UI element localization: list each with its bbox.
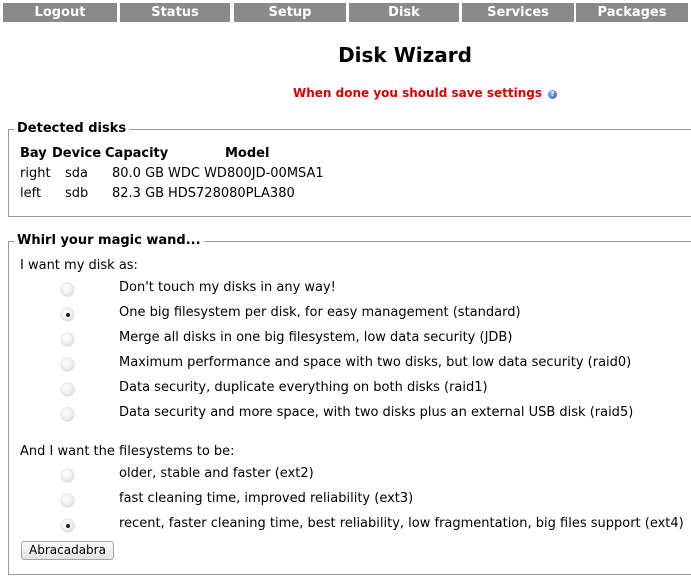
fs-radio-ext2[interactable] [61,469,74,482]
nav-services[interactable]: Services [462,3,574,22]
nav-packages[interactable]: Packages [576,3,688,22]
disk-device: sda [65,166,88,181]
fs-radio-ext3[interactable] [61,494,74,507]
fs-option-label: fast cleaning time, improved reliability… [119,491,414,506]
disk-mode-radio-raid1[interactable] [61,383,74,396]
page-title: Disk Wizard [338,43,472,67]
fs-option-label: older, stable and faster (ext2) [119,466,314,481]
nav-logout[interactable]: Logout [3,3,117,22]
save-note-text: When done you should save settings [293,86,542,100]
abracadabra-button[interactable]: Abracadabra [21,541,114,560]
disk-mode-label: Maximum performance and space with two d… [119,355,632,370]
col-header-model: Model [225,146,270,161]
disk-mode-label: One big filesystem per disk, for easy ma… [119,305,521,320]
disk-mode-radio-raid5[interactable] [61,408,74,421]
nav-disk[interactable]: Disk [349,3,459,22]
nav-status[interactable]: Status [120,3,230,22]
nav-setup[interactable]: Setup [234,3,346,22]
help-icon[interactable]: ? [548,90,557,99]
disk-mode-radio-jbod[interactable] [61,333,74,346]
fs-radio-ext4[interactable] [61,519,74,532]
save-settings-note: When done you should save settings? [293,86,557,100]
top-nav: Logout Status Setup Disk Services Packag… [0,3,691,23]
magic-wand-legend: Whirl your magic wand... [14,233,204,248]
col-header-bay: Bay [20,146,47,161]
disk-mode-radio-raid0[interactable] [61,358,74,371]
disk-model: HDS728080PLA380 [168,186,295,201]
col-header-capacity: Capacity [105,146,169,161]
filesystem-prompt: And I want the filesystems to be: [20,444,235,459]
detected-disks-legend: Detected disks [14,121,130,136]
fs-option-label: recent, faster cleaning time, best relia… [119,516,684,531]
detected-disks-fieldset: Detected disks [8,121,691,217]
disk-mode-label: Don't touch my disks in any way! [119,280,336,295]
disk-capacity: 80.0 GB [112,166,165,181]
disk-mode-radio-standard[interactable] [61,308,74,321]
disk-device: sdb [65,186,89,201]
disk-bay: left [20,186,42,201]
disk-bay: right [20,166,51,181]
disk-mode-prompt: I want my disk as: [20,258,138,273]
disk-model: WDC WD800JD-00MSA1 [168,166,324,181]
disk-mode-label: Merge all disks in one big filesystem, l… [119,330,513,345]
disk-mode-label: Data security and more space, with two d… [119,405,634,420]
disk-mode-label: Data security, duplicate everything on b… [119,380,488,395]
col-header-device: Device [52,146,102,161]
disk-mode-radio-none[interactable] [61,283,74,296]
disk-capacity: 82.3 GB [112,186,165,201]
